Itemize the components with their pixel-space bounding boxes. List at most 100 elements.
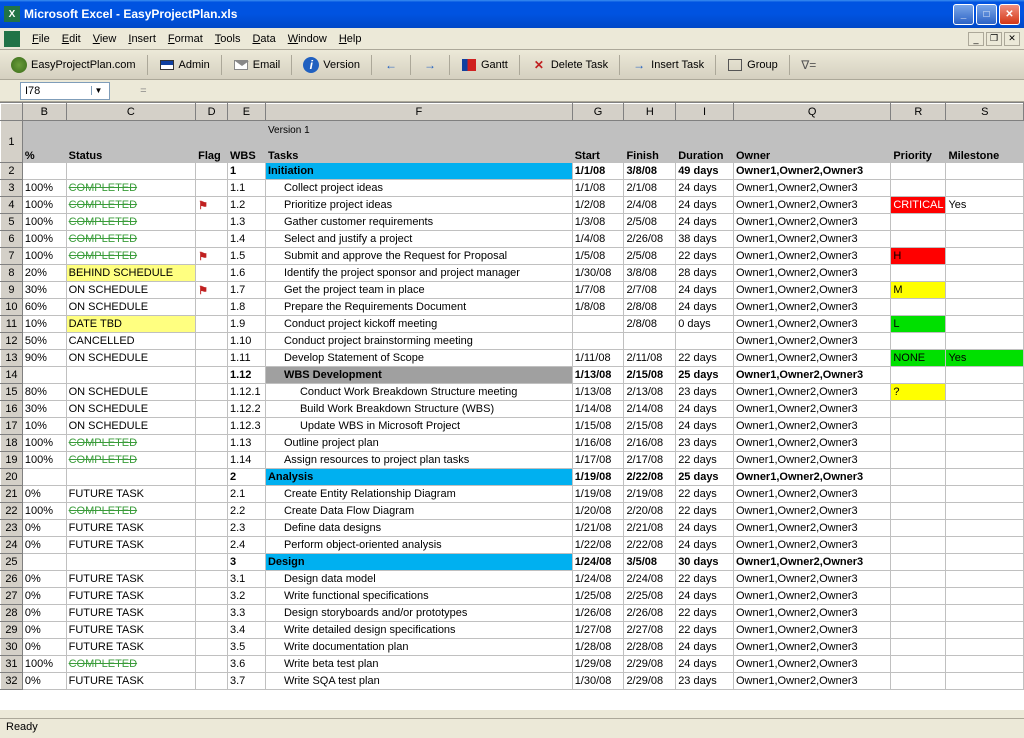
row-header-21[interactable]: 21	[1, 486, 23, 503]
cell-priority[interactable]	[891, 503, 946, 520]
table-row[interactable]: 21Initiation1/1/083/8/0849 daysOwner1,Ow…	[1, 163, 1024, 180]
row-header-19[interactable]: 19	[1, 452, 23, 469]
cell-pct[interactable]	[22, 367, 66, 384]
header-tasks[interactable]: Version 1Tasks	[265, 121, 572, 163]
cell-finish[interactable]	[624, 333, 676, 350]
cell-duration[interactable]: 49 days	[676, 163, 734, 180]
cell-flag[interactable]	[196, 622, 228, 639]
cell-priority[interactable]	[891, 418, 946, 435]
cell-status[interactable]: CANCELLED	[66, 333, 196, 350]
cell-start[interactable]: 1/14/08	[572, 401, 624, 418]
cell-flag[interactable]	[196, 231, 228, 248]
table-row[interactable]: 1390%ON SCHEDULE1.11Develop Statement of…	[1, 350, 1024, 367]
cell-start[interactable]	[572, 333, 624, 350]
cell-wbs[interactable]: 3.4	[228, 622, 266, 639]
cell-status[interactable]: COMPLETED	[66, 248, 196, 265]
cell-duration[interactable]: 24 days	[676, 520, 734, 537]
cell-start[interactable]: 1/13/08	[572, 384, 624, 401]
cell-task[interactable]: Get the project team in place	[265, 282, 572, 299]
cell-finish[interactable]: 2/17/08	[624, 452, 676, 469]
cell-pct[interactable]: 50%	[22, 333, 66, 350]
table-row[interactable]: 1580%ON SCHEDULE1.12.1Conduct Work Break…	[1, 384, 1024, 401]
cell-owner[interactable]: Owner1,Owner2,Owner3	[733, 180, 890, 197]
cell-flag[interactable]	[196, 350, 228, 367]
menu-tools[interactable]: Tools	[209, 31, 247, 47]
doc-restore-button[interactable]: ❐	[986, 32, 1002, 46]
cell-flag[interactable]	[196, 605, 228, 622]
cell-wbs[interactable]: 1.12	[228, 367, 266, 384]
cell-priority[interactable]	[891, 639, 946, 656]
cell-pct[interactable]: 0%	[22, 571, 66, 588]
cell-start[interactable]: 1/1/08	[572, 163, 624, 180]
col-header-I[interactable]: I	[676, 104, 734, 121]
cell-finish[interactable]: 2/4/08	[624, 197, 676, 214]
cell-flag[interactable]	[196, 639, 228, 656]
header-start[interactable]: Start	[572, 121, 624, 163]
cell-task[interactable]: Write SQA test plan	[265, 673, 572, 690]
cell-pct[interactable]	[22, 469, 66, 486]
row-header-3[interactable]: 3	[1, 180, 23, 197]
row-header-30[interactable]: 30	[1, 639, 23, 656]
cell-wbs[interactable]: 3	[228, 554, 266, 571]
cell-status[interactable]: ON SCHEDULE	[66, 350, 196, 367]
cell-task[interactable]: Conduct project kickoff meeting	[265, 316, 572, 333]
cell-milestone[interactable]	[946, 639, 1024, 656]
cell-finish[interactable]: 2/7/08	[624, 282, 676, 299]
cell-pct[interactable]: 100%	[22, 214, 66, 231]
cell-flag[interactable]	[196, 418, 228, 435]
cell-flag[interactable]	[196, 571, 228, 588]
cell-duration[interactable]: 24 days	[676, 214, 734, 231]
cell-task[interactable]: Write beta test plan	[265, 656, 572, 673]
cell-task[interactable]: Conduct Work Breakdown Structure meeting	[265, 384, 572, 401]
cell-milestone[interactable]: Yes	[946, 197, 1024, 214]
row-header-9[interactable]: 9	[1, 282, 23, 299]
cell-owner[interactable]: Owner1,Owner2,Owner3	[733, 163, 890, 180]
cell-wbs[interactable]: 1.14	[228, 452, 266, 469]
close-button[interactable]: ✕	[999, 4, 1020, 25]
cell-task[interactable]: Update WBS in Microsoft Project	[265, 418, 572, 435]
cell-flag[interactable]	[196, 469, 228, 486]
doc-close-button[interactable]: ✕	[1004, 32, 1020, 46]
cell-status[interactable]: COMPLETED	[66, 214, 196, 231]
row-header-20[interactable]: 20	[1, 469, 23, 486]
cell-task[interactable]: Assign resources to project plan tasks	[265, 452, 572, 469]
cell-wbs[interactable]: 1.12.3	[228, 418, 266, 435]
cell-priority[interactable]	[891, 231, 946, 248]
cell-duration[interactable]: 24 days	[676, 299, 734, 316]
cell-priority[interactable]	[891, 605, 946, 622]
table-row[interactable]: 930%ON SCHEDULE⚑1.7Get the project team …	[1, 282, 1024, 299]
row-header-31[interactable]: 31	[1, 656, 23, 673]
cell-finish[interactable]: 2/28/08	[624, 639, 676, 656]
next-button[interactable]: →	[415, 54, 445, 76]
col-header-R[interactable]: R	[891, 104, 946, 121]
cell-milestone[interactable]	[946, 367, 1024, 384]
cell-priority[interactable]	[891, 452, 946, 469]
table-row[interactable]: 4100%COMPLETED⚑1.2Prioritize project ide…	[1, 197, 1024, 214]
cell-pct[interactable]: 30%	[22, 401, 66, 418]
cell-milestone[interactable]: Yes	[946, 350, 1024, 367]
table-row[interactable]: 202Analysis1/19/082/22/0825 daysOwner1,O…	[1, 469, 1024, 486]
admin-button[interactable]: Admin	[152, 54, 217, 76]
cell-priority[interactable]	[891, 299, 946, 316]
cell-flag[interactable]	[196, 384, 228, 401]
cell-finish[interactable]: 2/15/08	[624, 367, 676, 384]
cell-status[interactable]: COMPLETED	[66, 435, 196, 452]
header-priority[interactable]: Priority	[891, 121, 946, 163]
cell-pct[interactable]: 0%	[22, 622, 66, 639]
row-header-14[interactable]: 14	[1, 367, 23, 384]
cell-pct[interactable]: 0%	[22, 673, 66, 690]
row-header-23[interactable]: 23	[1, 520, 23, 537]
cell-flag[interactable]	[196, 265, 228, 282]
row-header-12[interactable]: 12	[1, 333, 23, 350]
cell-finish[interactable]: 2/5/08	[624, 248, 676, 265]
cell-finish[interactable]: 2/27/08	[624, 622, 676, 639]
cell-priority[interactable]	[891, 180, 946, 197]
cell-status[interactable]: COMPLETED	[66, 452, 196, 469]
header-milestone[interactable]: Milestone	[946, 121, 1024, 163]
site-link-button[interactable]: EasyProjectPlan.com	[4, 54, 143, 76]
cell-wbs[interactable]: 1.6	[228, 265, 266, 282]
cell-pct[interactable]: 0%	[22, 639, 66, 656]
row-header-15[interactable]: 15	[1, 384, 23, 401]
cell-duration[interactable]: 22 days	[676, 248, 734, 265]
table-row[interactable]: 7100%COMPLETED⚑1.5Submit and approve the…	[1, 248, 1024, 265]
